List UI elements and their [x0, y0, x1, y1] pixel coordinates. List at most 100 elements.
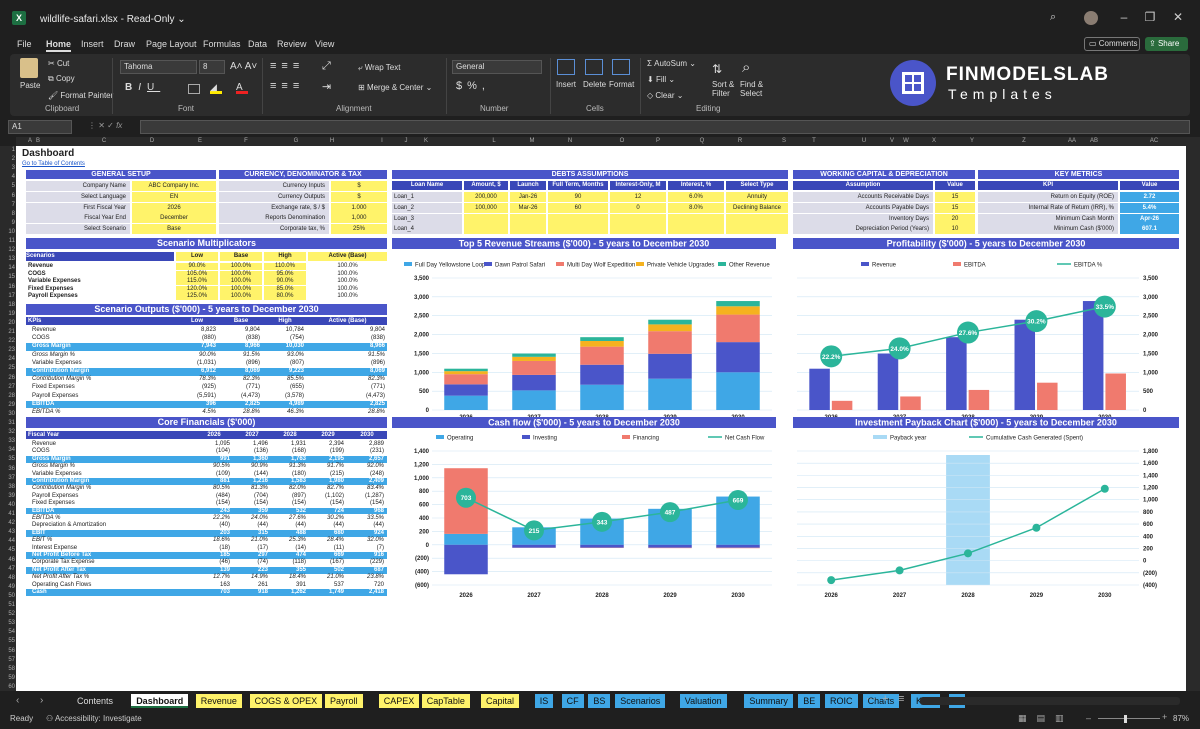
paste-button[interactable]: Paste: [20, 81, 40, 90]
row-label[interactable]: 17: [0, 293, 15, 299]
row-label[interactable]: 42: [0, 520, 15, 526]
menu-draw[interactable]: Draw: [114, 39, 135, 49]
row-label[interactable]: 41: [0, 511, 15, 517]
row-label[interactable]: 2: [0, 156, 15, 162]
row-label[interactable]: 55: [0, 638, 15, 644]
comments-button[interactable]: ▭ Comments: [1084, 37, 1140, 51]
debts-cell[interactable]: [726, 224, 788, 235]
tab-roic[interactable]: ROIC: [825, 694, 858, 708]
column-label[interactable]: AA: [1060, 138, 1084, 144]
row-label[interactable]: 18: [0, 302, 15, 308]
autosum-button[interactable]: Σ AutoSum ⌄: [647, 59, 696, 68]
zoom-slider-handle[interactable]: [1124, 715, 1127, 723]
row-label[interactable]: 38: [0, 484, 15, 490]
column-label[interactable]: B: [26, 138, 50, 144]
column-label[interactable]: H: [320, 138, 344, 144]
row-label[interactable]: 39: [0, 493, 15, 499]
toc-link[interactable]: Go to Table of Contents: [22, 161, 85, 167]
find-select-icon[interactable]: ⌕: [742, 59, 750, 76]
copy-button[interactable]: ⧉ Copy: [48, 74, 75, 84]
tab-scroll-left-icon[interactable]: ‹: [16, 695, 19, 706]
debts-cell[interactable]: [610, 213, 666, 224]
column-label[interactable]: R: [728, 138, 752, 144]
tab-summary[interactable]: Summary: [744, 694, 793, 708]
wrap-text-button[interactable]: ⤶ Wrap Text: [358, 63, 400, 73]
row-label[interactable]: 16: [0, 284, 15, 290]
tab-payroll[interactable]: Payroll: [325, 694, 363, 708]
menu-formulas[interactable]: Formulas: [203, 39, 241, 49]
debts-cell[interactable]: [610, 224, 666, 235]
more-tabs-icon[interactable]: ⋯: [866, 694, 876, 705]
row-label[interactable]: 48: [0, 575, 15, 581]
column-label[interactable]: X: [922, 138, 946, 144]
row-label[interactable]: 46: [0, 557, 15, 563]
debts-cell[interactable]: [668, 224, 724, 235]
worksheet[interactable]: Dashboard Go to Table of Contents GENERA…: [16, 146, 1186, 691]
search-icon[interactable]: ⌕: [1050, 11, 1056, 24]
column-label[interactable]: W: [894, 138, 918, 144]
row-label[interactable]: 22: [0, 338, 15, 344]
column-label[interactable]: C: [92, 138, 116, 144]
fill-button[interactable]: ⬇ Fill ⌄: [647, 75, 675, 84]
zoom-in-icon[interactable]: +: [1162, 712, 1167, 722]
column-label[interactable]: P: [646, 138, 670, 144]
avatar[interactable]: [1084, 11, 1098, 25]
clear-button[interactable]: ◇ Clear ⌄: [647, 91, 683, 100]
row-label[interactable]: 9: [0, 220, 15, 226]
tab-is[interactable]: IS: [534, 694, 554, 708]
row-label[interactable]: 33: [0, 438, 15, 444]
tab-revenue[interactable]: Revenue: [195, 694, 242, 708]
row-label[interactable]: 5: [0, 183, 15, 189]
font-style-buttons[interactable]: BIU: [125, 82, 160, 93]
find-select-button[interactable]: Find & Select: [740, 80, 770, 98]
column-label[interactable]: N: [558, 138, 582, 144]
zoom-slider[interactable]: [1098, 718, 1160, 719]
row-label[interactable]: 15: [0, 274, 15, 280]
row-label[interactable]: 14: [0, 265, 15, 271]
name-box[interactable]: A1: [8, 120, 72, 134]
row-label[interactable]: 31: [0, 420, 15, 426]
row-label[interactable]: 47: [0, 566, 15, 572]
row-label[interactable]: 45: [0, 547, 15, 553]
column-label[interactable]: M: [520, 138, 544, 144]
row-label[interactable]: 23: [0, 347, 15, 353]
row-label[interactable]: 34: [0, 447, 15, 453]
format-painter-button[interactable]: 🖌 Format Painter: [48, 91, 113, 100]
column-label[interactable]: O: [610, 138, 634, 144]
row-label[interactable]: 13: [0, 256, 15, 262]
row-label[interactable]: 54: [0, 629, 15, 635]
menu-review[interactable]: Review: [277, 39, 307, 49]
sort-filter-icon[interactable]: ⇅: [712, 62, 722, 76]
row-label[interactable]: 53: [0, 620, 15, 626]
view-mode-icons[interactable]: ▦▤▥: [1018, 713, 1074, 724]
row-label[interactable]: 36: [0, 466, 15, 472]
row-label[interactable]: 37: [0, 475, 15, 481]
all-sheets-icon[interactable]: ≡: [898, 693, 904, 705]
column-label[interactable]: S: [772, 138, 796, 144]
share-button[interactable]: ⇪ Share: [1145, 37, 1188, 51]
horizontal-scrollbar[interactable]: [920, 697, 1180, 705]
row-label[interactable]: 25: [0, 365, 15, 371]
row-label[interactable]: 26: [0, 375, 15, 381]
vertical-align-icons[interactable]: ≡≡≡: [270, 60, 304, 72]
format-cells-button[interactable]: Format: [609, 80, 634, 89]
row-label[interactable]: 50: [0, 593, 15, 599]
tab-capital[interactable]: Capital: [481, 694, 520, 708]
row-label[interactable]: 4: [0, 174, 15, 180]
tab-scroll-right-icon[interactable]: ›: [40, 695, 43, 706]
vertical-scrollbar[interactable]: [1186, 137, 1200, 691]
column-label[interactable]: D: [140, 138, 164, 144]
delete-cells-icon[interactable]: [585, 59, 603, 75]
row-label[interactable]: 6: [0, 193, 15, 199]
font-size-select[interactable]: 8: [199, 60, 225, 74]
horizontal-align-icons[interactable]: ≡≡≡: [270, 80, 304, 92]
add-sheet-icon[interactable]: +: [882, 693, 888, 705]
tab-capex[interactable]: CAPEX: [378, 694, 420, 708]
row-label[interactable]: 56: [0, 648, 15, 654]
column-label[interactable]: K: [414, 138, 438, 144]
tab-cf[interactable]: CF: [561, 694, 584, 708]
menu-page-layout[interactable]: Page Layout: [146, 39, 197, 49]
column-label[interactable]: F: [234, 138, 258, 144]
tab-cogs-opex[interactable]: COGS & OPEX: [249, 694, 323, 708]
debts-cell[interactable]: [668, 213, 724, 224]
